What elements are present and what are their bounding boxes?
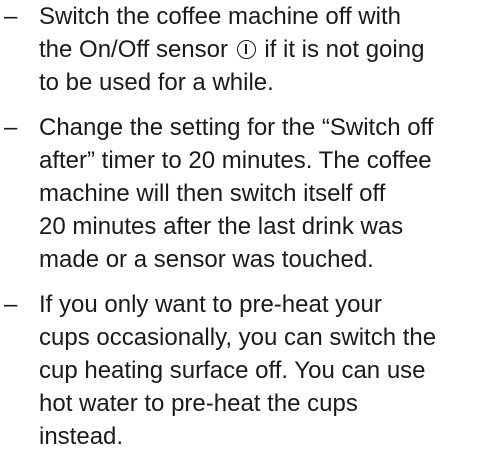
list-item: – Change the setting for the “Switch off… xyxy=(0,111,486,276)
text-line: machine will then switch itself off xyxy=(39,180,386,207)
text-line: to be used for a while. xyxy=(39,69,274,96)
text-line: instead. xyxy=(39,423,124,450)
text-fragment: if it is not going xyxy=(264,36,425,63)
power-icon xyxy=(236,40,256,59)
dash-bullet: – xyxy=(4,3,18,30)
list-item: – If you only want to pre-heat your cups… xyxy=(0,288,486,453)
text-fragment: the On/Off sensor xyxy=(39,36,228,63)
text-line: 20 minutes after the last drink was xyxy=(39,213,404,240)
dash-bullet: – xyxy=(4,114,18,141)
text-line: made or a sensor was touched. xyxy=(39,246,374,273)
text-line: Switch the coffee machine off with xyxy=(39,3,401,30)
text-line: If you only want to pre-heat your xyxy=(39,291,382,318)
text-line: cup heating surface off. You can use xyxy=(39,357,426,384)
list-item: – Switch the coffee machine off with the… xyxy=(0,0,486,99)
energy-saving-tips-list: – Switch the coffee machine off with the… xyxy=(0,0,486,453)
text-line: after” timer to 20 minutes. The coffee xyxy=(39,147,432,174)
text-line: Change the setting for the “Switch off xyxy=(39,114,434,141)
text-line-with-icon: the On/Off sensor if it is not going xyxy=(39,33,486,66)
text-line: cups occasionally, you can switch the xyxy=(39,324,437,351)
dash-bullet: – xyxy=(4,291,18,318)
text-line: hot water to pre-heat the cups xyxy=(39,390,358,417)
